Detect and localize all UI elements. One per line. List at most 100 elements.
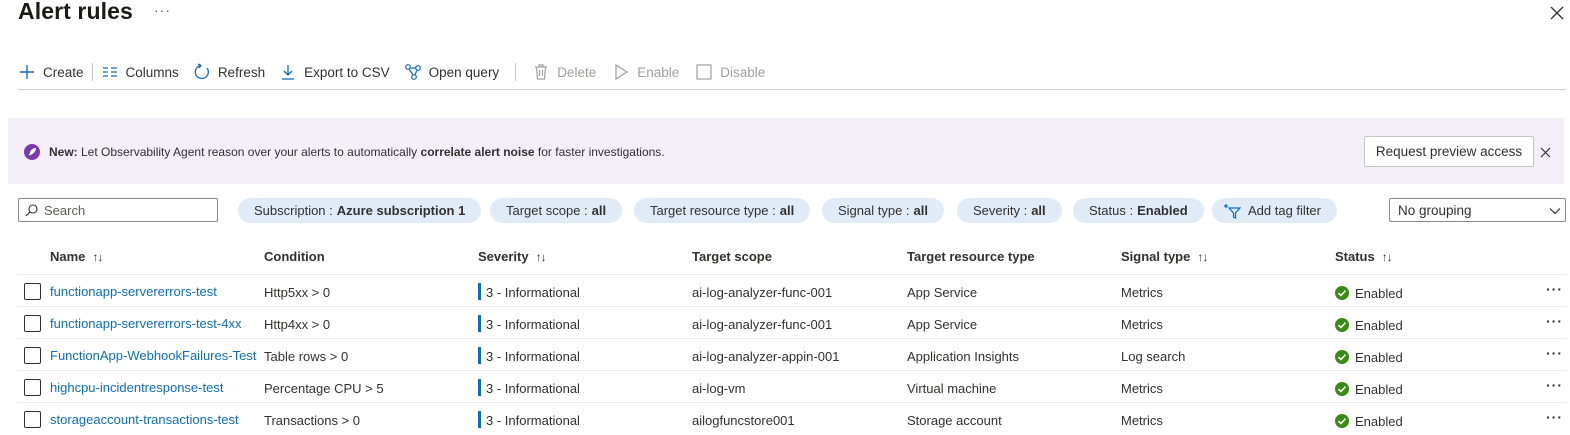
severity-bar bbox=[478, 347, 481, 364]
toolbar-divider bbox=[515, 63, 517, 81]
filter-subscription[interactable]: Subscription : Azure subscription 1 bbox=[238, 198, 482, 223]
disable-button[interactable]: Disable bbox=[695, 60, 765, 84]
open-query-button[interactable]: Open query bbox=[404, 60, 499, 84]
row-checkbox[interactable] bbox=[24, 379, 41, 396]
column-label: Severity bbox=[478, 249, 529, 264]
grouping-dropdown[interactable]: No grouping bbox=[1389, 198, 1566, 222]
filter-value: Azure subscription 1 bbox=[336, 203, 466, 218]
filter-signal-type[interactable]: Signal type : all bbox=[822, 198, 945, 223]
sort-icon[interactable]: ↑↓ bbox=[92, 250, 103, 264]
signal-type-cell: Metrics bbox=[1121, 381, 1163, 396]
square-icon bbox=[696, 64, 712, 80]
sort-icon[interactable]: ↑↓ bbox=[1197, 250, 1208, 264]
severity-bar bbox=[478, 411, 481, 428]
add-tag-filter-label: Add tag filter bbox=[1248, 203, 1321, 218]
rule-name-link[interactable]: functionapp-servererrors-test bbox=[50, 284, 217, 299]
filter-target-scope[interactable]: Target scope : all bbox=[490, 198, 623, 223]
column-label: Condition bbox=[264, 249, 325, 264]
grouping-value: No grouping bbox=[1398, 202, 1472, 218]
search-input[interactable] bbox=[44, 202, 204, 218]
export-csv-button[interactable]: Export to CSV bbox=[279, 60, 390, 84]
status-cell: Enabled bbox=[1355, 414, 1403, 429]
row-more-button[interactable]: ··· bbox=[1546, 313, 1563, 329]
banner-new-label: New: bbox=[49, 145, 78, 159]
plus-icon bbox=[20, 65, 34, 79]
create-button[interactable]: Create bbox=[18, 60, 84, 84]
rule-name-link[interactable]: FunctionApp-WebhookFailures-Test bbox=[50, 348, 256, 363]
refresh-button[interactable]: Refresh bbox=[193, 60, 265, 84]
search-box[interactable] bbox=[18, 198, 218, 222]
row-more-button[interactable]: ··· bbox=[1546, 345, 1563, 361]
row-checkbox[interactable] bbox=[24, 347, 41, 364]
column-header-target-resource-type: Target resource type bbox=[907, 249, 1035, 264]
column-label: Status bbox=[1335, 249, 1375, 264]
filter-target-resource-type[interactable]: Target resource type : all bbox=[634, 198, 811, 223]
row-checkbox[interactable] bbox=[24, 411, 41, 428]
severity-bar bbox=[478, 283, 481, 300]
target-scope-cell: ai-log-analyzer-func-001 bbox=[692, 317, 833, 332]
resource-type-cell: Storage account bbox=[907, 413, 1002, 428]
export-csv-label: Export to CSV bbox=[304, 64, 390, 80]
delete-button[interactable]: Delete bbox=[532, 60, 596, 84]
column-header-status[interactable]: Status ↑↓ bbox=[1335, 249, 1393, 264]
more-options-button[interactable]: ··· bbox=[154, 2, 171, 18]
create-label: Create bbox=[43, 64, 84, 80]
status-cell: Enabled bbox=[1355, 382, 1403, 397]
sort-icon[interactable]: ↑↓ bbox=[536, 250, 547, 264]
filter-label: Target scope : bbox=[506, 203, 588, 218]
status-cell: Enabled bbox=[1355, 318, 1403, 333]
row-more-button[interactable]: ··· bbox=[1546, 377, 1563, 393]
play-icon bbox=[615, 63, 629, 81]
rule-name-link[interactable]: functionapp-servererrors-test-4xx bbox=[50, 316, 241, 331]
enable-label: Enable bbox=[637, 64, 680, 80]
toolbar-divider bbox=[91, 63, 93, 81]
severity-cell: 3 - Informational bbox=[486, 413, 580, 428]
rule-name-link[interactable]: highcpu-incidentresponse-test bbox=[50, 380, 223, 395]
banner-message: New: Let Observability Agent reason over… bbox=[49, 145, 665, 159]
column-header-severity[interactable]: Severity ↑↓ bbox=[478, 249, 547, 264]
resource-type-cell: Application Insights bbox=[907, 349, 1020, 364]
enable-button[interactable]: Enable bbox=[612, 60, 679, 84]
row-divider bbox=[18, 402, 1566, 403]
filter-label: Severity : bbox=[973, 203, 1028, 218]
target-scope-cell: ailogfuncstore001 bbox=[692, 413, 795, 428]
search-icon bbox=[25, 203, 38, 216]
target-scope-cell: ai-log-analyzer-appin-001 bbox=[692, 349, 840, 364]
rocket-icon bbox=[24, 144, 40, 160]
add-tag-filter-button[interactable]: Add tag filter bbox=[1212, 198, 1337, 223]
check-circle-icon bbox=[1335, 286, 1349, 300]
condition-cell: Percentage CPU > 5 bbox=[264, 381, 384, 396]
disable-label: Disable bbox=[720, 64, 766, 80]
resource-type-cell: Virtual machine bbox=[907, 381, 997, 396]
column-header-name[interactable]: Name ↑↓ bbox=[50, 249, 103, 264]
rule-name-link[interactable]: storageaccount-transactions-test bbox=[50, 412, 239, 427]
filter-value: Enabled bbox=[1137, 203, 1188, 218]
severity-bar bbox=[478, 379, 481, 396]
column-header-signal-type[interactable]: Signal type ↑↓ bbox=[1121, 249, 1208, 264]
row-more-button[interactable]: ··· bbox=[1546, 281, 1563, 297]
trash-icon bbox=[535, 64, 548, 80]
row-checkbox[interactable] bbox=[24, 315, 41, 332]
severity-cell: 3 - Informational bbox=[486, 349, 580, 364]
banner-bold-text: correlate alert noise bbox=[420, 145, 535, 159]
chevron-down-icon bbox=[1549, 208, 1561, 215]
close-banner-icon[interactable] bbox=[1540, 147, 1551, 158]
filter-status[interactable]: Status : Enabled bbox=[1073, 198, 1204, 223]
close-icon[interactable] bbox=[1548, 4, 1566, 22]
filter-label: Subscription : bbox=[254, 203, 333, 218]
row-checkbox[interactable] bbox=[24, 283, 41, 300]
row-more-button[interactable]: ··· bbox=[1546, 409, 1563, 425]
columns-button[interactable]: Columns bbox=[101, 60, 179, 84]
banner-text-2: for faster investigations. bbox=[534, 145, 665, 159]
columns-label: Columns bbox=[125, 64, 179, 80]
condition-cell: Http5xx > 0 bbox=[264, 285, 331, 300]
command-bar: Create Columns Refresh Export to CSV Ope… bbox=[18, 60, 765, 84]
filter-value: all bbox=[913, 203, 929, 218]
request-preview-access-button[interactable]: Request preview access bbox=[1364, 136, 1534, 167]
sort-icon[interactable]: ↑↓ bbox=[1382, 250, 1393, 264]
filter-severity[interactable]: Severity : all bbox=[957, 198, 1062, 223]
severity-cell: 3 - Informational bbox=[486, 317, 580, 332]
signal-type-cell: Metrics bbox=[1121, 285, 1163, 300]
refresh-icon bbox=[194, 63, 209, 80]
toolbar-divider-line bbox=[18, 89, 1566, 90]
